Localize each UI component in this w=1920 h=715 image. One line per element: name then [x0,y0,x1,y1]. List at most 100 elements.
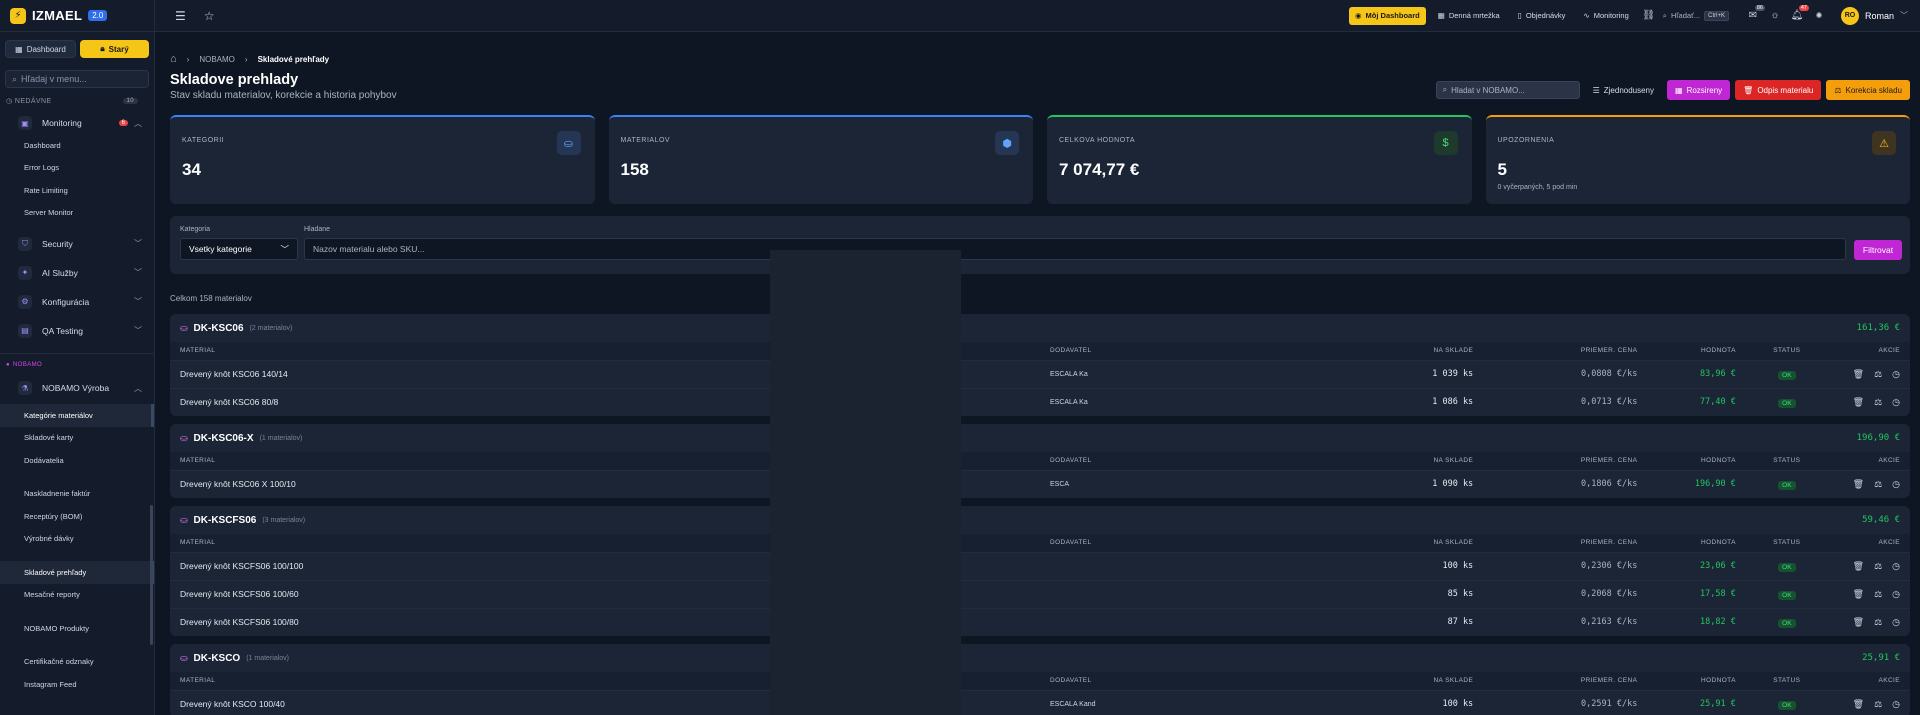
trash-icon[interactable]: 🗑︎ [1853,397,1864,408]
sidebar-sub-naskladnenie[interactable]: Naskladnenie faktúr [0,483,154,506]
sidebar-item-qa-testing[interactable]: ▤ QA Testing ﹀ [0,316,154,345]
gear-icon[interactable]: ✺ [1811,8,1827,24]
sidebar-sub-server-monitor[interactable]: Server Monitor [0,202,154,225]
sidebar-sub-skladove-karty[interactable]: Skladové karty [0,427,154,450]
breadcrumb-item[interactable]: NOBAMO [199,55,235,64]
history-icon[interactable]: ◷ [1892,369,1900,380]
link-icon[interactable]: ⛓ [1641,8,1657,24]
table-row[interactable]: Drevený knôt KSCFS06 100/100 KSCFS06-100… [170,551,1910,580]
trash-icon[interactable]: 🗑︎ [1853,561,1864,572]
avatar[interactable]: RO [1840,6,1859,25]
material-stock: 85 ks [1319,579,1484,608]
trash-icon[interactable]: 🗑︎ [1853,479,1864,490]
sidebar-item-security[interactable]: ⛉ Security ﹀ [0,229,154,258]
group-header[interactable]: ⛀ DK-KSC06 (2 materialov) 161,36 € [170,314,1910,342]
version-badge: 2.0 [88,10,108,21]
category-select[interactable]: Vsetky kategorie ﹀ [180,238,298,260]
hamburger-icon[interactable]: ☰ [175,9,186,23]
recent-section[interactable]: ◷ NEDÁVNE 10 [0,94,154,108]
search-icon: ⌕ [1442,85,1448,94]
trash-icon[interactable]: 🗑︎ [1853,369,1864,380]
star-icon[interactable]: ☆ [204,9,215,23]
topbar: ☰ ☆ ◉ Môj Dashboard ▦ Denná mrtežka ▯ Objed… [155,0,1920,32]
sidebar-scrollbar[interactable] [150,505,153,645]
sidebar-sub-dodavatelia[interactable]: Dodávatelia [0,449,154,472]
material-name: Drevený knôt KSC06 140/14 [170,359,778,388]
sidebar-sub-dashboard[interactable]: Dashboard [0,134,154,157]
bell-icon[interactable]: 🔔︎ 47 [1789,4,1809,24]
filter-button[interactable]: Filtrovat [1854,240,1902,260]
stary-tab-button[interactable]: 🔒︎ Starý [80,40,149,58]
my-dashboard-button[interactable]: ◉ Môj Dashboard [1349,6,1426,25]
monitoring-button[interactable]: ∿ Monitoring [1577,7,1634,25]
brand[interactable]: ⚡ IZMAEL 2.0 [0,0,154,32]
monitoring-badge: 6 [118,120,128,126]
simple-view-button[interactable]: ☰ Zjednoduseny [1585,80,1662,100]
material-group: ⛀ DK-KSC06 (2 materialov) 161,36 € MATER… [170,314,1910,416]
sidebar-sub-rate-limiting[interactable]: Rate Limiting [0,179,154,202]
materials-table: MATERIAL SKU DODAVATEL NA SKLADE PRIEMER… [170,342,1910,416]
nobamo-search-input[interactable]: ⌕ Hladat v NOBAMO... [1435,81,1580,99]
scale-icon[interactable]: ⚖ [1874,699,1882,710]
sidebar-sub-certifikacne[interactable]: Certifikačné odznaky [0,651,154,674]
history-icon[interactable]: ◷ [1892,561,1900,572]
material-search-input[interactable]: Nazov materialu alebo SKU... [304,238,1846,260]
writeoff-button[interactable]: 🗑︎ Odpis materialu [1735,80,1822,100]
material-avg-price: 0,2306 €/ks [1483,551,1648,580]
trash-icon[interactable]: 🗑︎ [1853,617,1864,628]
chevron-down-icon[interactable]: ﹀ [1900,10,1908,21]
advanced-view-button[interactable]: ▦ Rozsireny [1667,80,1731,100]
history-icon[interactable]: ◷ [1892,397,1900,408]
menu-search-input[interactable]: ⌕ Hľadaj v menu... [5,70,149,88]
global-search[interactable]: ⌕ Hľadať... Ctrl+K [1663,10,1729,21]
group-header[interactable]: ⛀ DK-KSCFS06 (3 materialov) 59,46 € [170,506,1910,534]
scale-icon[interactable]: ⚖ [1874,589,1882,600]
sidebar-sub-nobamo-produkty[interactable]: NOBAMO Produkty [0,617,154,640]
dashboard-tab-button[interactable]: ▦ Dashboard [5,40,76,58]
sun-icon[interactable]: ☼ [1767,8,1783,24]
history-icon[interactable]: ◷ [1892,617,1900,628]
material-supplier: ESCALA Kand [1040,689,1320,715]
scale-icon[interactable]: ⚖ [1874,479,1882,490]
scale-icon[interactable]: ⚖ [1874,369,1882,380]
group-header[interactable]: ⛀ DK-KSCO (1 materialov) 25,91 € [170,644,1910,672]
sidebar-sub-kategorie[interactable]: Kategórie materiálov [0,404,154,427]
daily-report-button[interactable]: ▦ Denná mrtežka [1432,7,1506,25]
table-row[interactable]: Drevený knôt KSC06 140/14 KSC06-140-14 E… [170,359,1910,388]
sidebar-sub-error-logs[interactable]: Error Logs [0,157,154,180]
sidebar-item-monitoring[interactable]: ▣ Monitoring 6 ︿ [0,112,154,134]
trash-icon[interactable]: 🗑︎ [1853,699,1864,710]
history-icon[interactable]: ◷ [1892,699,1900,710]
sidebar-sub-receptury[interactable]: Receptúry (BOM) [0,505,154,528]
status-badge: OK [1778,480,1796,490]
table-row[interactable]: Drevený knôt KSCO 100/40 KSCO-100-40 ESC… [170,689,1910,715]
stat-card-categories: KATEGORII 34 ⛀ [170,115,595,204]
group-count: (1 materialov) [259,434,303,442]
sidebar-sub-instagram[interactable]: Instagram Feed [0,673,154,696]
orders-button[interactable]: ▯ Objednávky [1512,7,1572,25]
history-icon[interactable]: ◷ [1892,479,1900,490]
group-header[interactable]: ⛀ DK-KSC06-X (1 materialov) 196,90 € [170,424,1910,452]
sidebar-item-ai-sluzby[interactable]: ✦ AI Služby ﹀ [0,258,154,287]
history-icon[interactable]: ◷ [1892,589,1900,600]
table-row[interactable]: Drevený knôt KSCFS06 100/60 KSCFS06-100-… [170,579,1910,608]
table-row[interactable]: Drevený knôt KSCFS06 100/80 KSCFS06-100-… [170,607,1910,636]
scale-icon[interactable]: ⚖ [1874,561,1882,572]
stock-correction-button[interactable]: ⚖ Korekcia skladu [1826,80,1910,100]
trash-icon[interactable]: 🗑︎ [1853,589,1864,600]
sidebar-sub-vyrobne-davky[interactable]: Výrobné dávky [0,528,154,551]
table-row[interactable]: Drevený knôt KSC06 X 100/10 KSC06X-100-1… [170,469,1910,498]
home-icon[interactable]: ⌂ [170,53,177,65]
scale-icon[interactable]: ⚖ [1874,617,1882,628]
user-name[interactable]: Roman [1865,11,1894,21]
sidebar-item-nobamo-vyroba[interactable]: ⚗ NOBAMO Výroba ︿ [0,372,154,404]
bolt-icon: ⚡ [10,7,26,24]
sidebar-item-konfiguracia[interactable]: ⚙ Konfigurácia ﹀ [0,287,154,316]
table-row[interactable]: Drevený knôt KSC06 80/8 KSC06-80-8 ESCAL… [170,387,1910,416]
inbox-icon[interactable]: ✉ 86 [1745,4,1765,24]
table-header-row: MATERIAL SKU DODAVATEL NA SKLADE PRIEMER… [170,342,1910,360]
sidebar-sub-mesacne-reporty[interactable]: Mesačné reporty [0,584,154,607]
scale-icon[interactable]: ⚖ [1874,397,1882,408]
sidebar-sub-skladove-prehlady[interactable]: Skladové prehľady [0,561,154,584]
table-header-row: MATERIAL SKU DODAVATEL NA SKLADE PRIEMER… [170,534,1910,552]
